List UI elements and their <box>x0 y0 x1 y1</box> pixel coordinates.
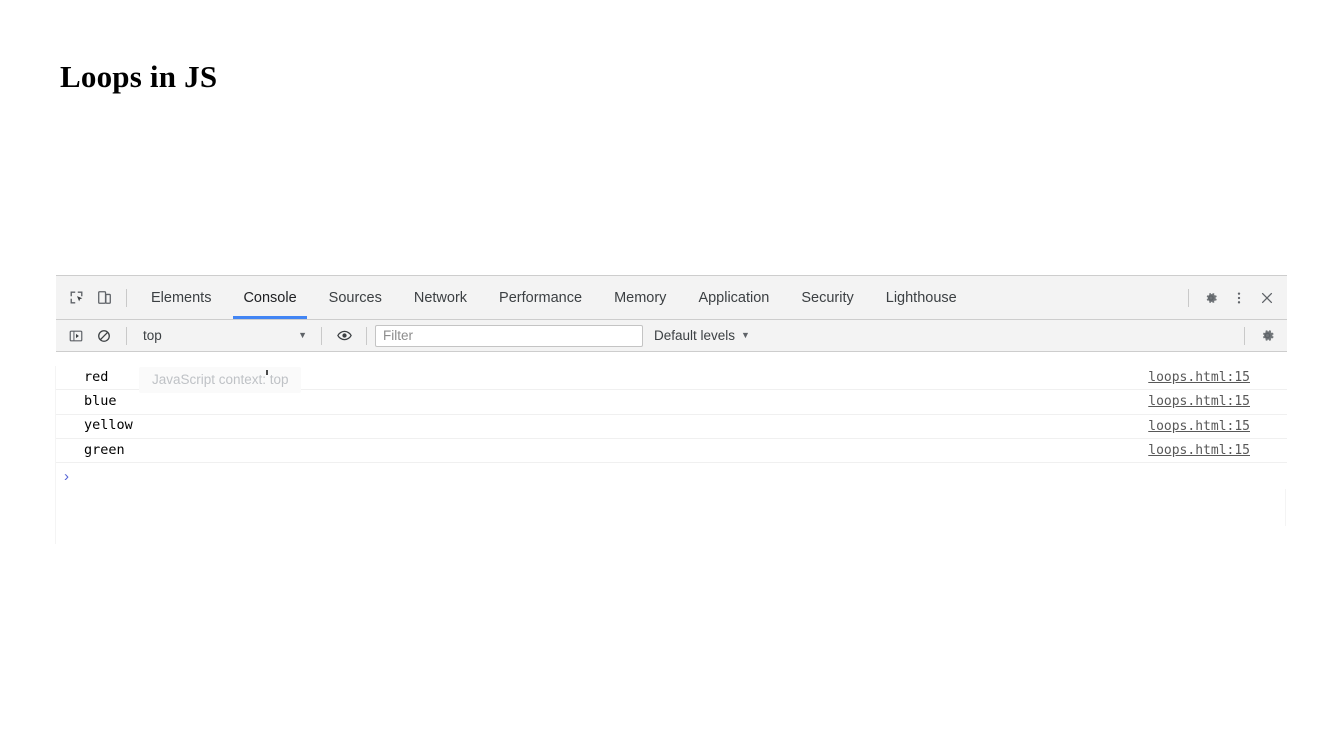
tab-security[interactable]: Security <box>785 276 869 319</box>
log-levels-select[interactable]: Default levels ▼ <box>654 328 750 343</box>
tab-performance[interactable]: Performance <box>483 276 598 319</box>
close-icon[interactable] <box>1253 284 1281 312</box>
tab-label: Application <box>698 289 770 306</box>
tab-label: Lighthouse <box>885 289 957 306</box>
console-message-source-link[interactable]: loops.html:15 <box>1148 371 1250 384</box>
console-message-row[interactable]: blue loops.html:15 <box>56 390 1287 415</box>
console-toolbar-divider-3 <box>366 326 367 345</box>
inspect-element-icon[interactable] <box>62 284 90 312</box>
kebab-menu-icon[interactable] <box>1225 284 1253 312</box>
console-message-text: blue <box>84 393 117 410</box>
tab-network[interactable]: Network <box>398 276 483 319</box>
console-toolbar-divider-4 <box>1244 326 1245 345</box>
console-settings-gear-icon[interactable] <box>1253 322 1281 350</box>
console-message-text: green <box>84 441 125 458</box>
prompt-arrow-icon: › <box>64 467 69 485</box>
tab-elements[interactable]: Elements <box>135 276 227 319</box>
console-toolbar-divider <box>126 326 127 345</box>
log-levels-label: Default levels <box>654 328 736 343</box>
tab-application[interactable]: Application <box>682 276 785 319</box>
console-toolbar-divider-2 <box>321 326 322 345</box>
console-message-text: yellow <box>84 417 133 434</box>
gear-icon[interactable] <box>1197 284 1225 312</box>
filter-input[interactable] <box>375 324 643 347</box>
console-prompt[interactable]: › <box>56 463 1287 489</box>
console-message-text: red <box>84 368 109 385</box>
chevron-down-icon: ▼ <box>298 330 307 340</box>
tabbar-divider-right <box>1188 288 1189 307</box>
console-message-row[interactable]: yellow loops.html:15 <box>56 415 1287 439</box>
tab-label: Network <box>413 289 468 306</box>
console-message-source-link[interactable]: loops.html:15 <box>1148 395 1250 408</box>
tab-label: Elements <box>151 289 212 306</box>
javascript-context-select[interactable]: top ▼ <box>135 325 313 347</box>
clear-console-icon[interactable] <box>90 322 118 350</box>
tab-label: Sources <box>328 289 382 306</box>
console-message-row[interactable]: green loops.html:15 <box>56 439 1287 464</box>
tab-console[interactable]: Console <box>227 276 312 319</box>
chevron-down-icon: ▼ <box>741 330 750 340</box>
console-toolbar: top ▼ Default levels ▼ <box>56 320 1287 352</box>
console-sidebar-toggle-icon[interactable] <box>62 322 90 350</box>
tab-sources[interactable]: Sources <box>313 276 398 319</box>
devtools-tabs: Elements Console Sources Network Perform… <box>135 276 1180 319</box>
tab-label: Memory <box>614 289 667 306</box>
console-message-list: red loops.html:15 blue loops.html:15 yel… <box>56 366 1287 490</box>
tabbar-right-tools <box>1180 284 1287 312</box>
tab-label: Console <box>243 289 297 306</box>
tab-lighthouse[interactable]: Lighthouse <box>870 276 973 319</box>
eye-icon[interactable] <box>330 322 358 350</box>
mouse-cursor-dot <box>266 370 268 375</box>
page-title: Loops in JS <box>60 59 218 94</box>
tab-memory[interactable]: Memory <box>598 276 682 319</box>
context-value: top <box>143 328 162 343</box>
console-message-source-link[interactable]: loops.html:15 <box>1148 444 1250 457</box>
console-message-row[interactable]: red loops.html:15 <box>56 366 1287 391</box>
tab-label: Security <box>801 289 854 306</box>
tabbar-left-tools <box>56 284 135 312</box>
device-toolbar-icon[interactable] <box>90 284 118 312</box>
devtools-tab-bar: Elements Console Sources Network Perform… <box>56 275 1287 320</box>
devtools-panel: Elements Console Sources Network Perform… <box>56 275 1287 366</box>
tabbar-divider <box>126 288 127 307</box>
tab-label: Performance <box>499 289 583 306</box>
console-message-source-link[interactable]: loops.html:15 <box>1148 420 1250 433</box>
